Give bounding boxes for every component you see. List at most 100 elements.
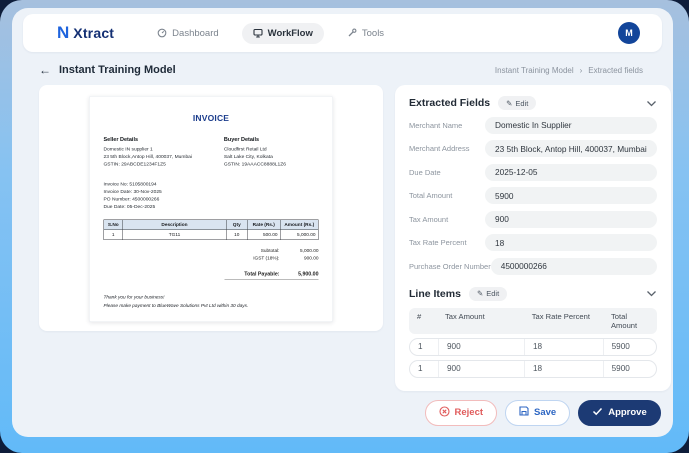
field-label: Total Amount	[409, 191, 453, 200]
line-item-cell[interactable]: 1	[410, 361, 438, 377]
seller-line: GSTIN: 29ABCDE1234F1Z5	[103, 161, 166, 168]
invoice-meta: Invoice No: 5105800194 Invoice Date: 30-…	[104, 180, 319, 210]
line-item-cell[interactable]: 900	[438, 338, 524, 355]
field-value-input[interactable]: 4500000266	[490, 257, 657, 275]
field-row-merchant-name: Merchant Name Domestic In Supplier	[409, 116, 657, 134]
field-value-input[interactable]: 23 5th Block, Antop Hill, 400037, Mumbai	[485, 140, 657, 157]
total-payable-label: Total Payable:	[244, 271, 280, 278]
invoice-cell: 5,000.00	[280, 229, 319, 241]
line-items-col-header: Tax Amount	[445, 311, 485, 321]
action-buttons: Reject Save Approve	[395, 399, 671, 426]
invoice-subtotal-row: Subtotal: 5,000.00	[225, 248, 319, 254]
invoice-cell: 10	[226, 229, 248, 241]
approve-button[interactable]: Approve	[578, 399, 661, 426]
extracted-fields-header: Extracted Fields ✎ Edit	[409, 96, 657, 110]
invoice-col-header: Description	[122, 219, 227, 231]
field-value-input[interactable]: 5900	[485, 187, 657, 204]
field-label: Due Date	[409, 167, 441, 177]
line-item-cell[interactable]: 900	[438, 360, 524, 377]
field-value-input[interactable]: 18	[485, 234, 657, 251]
page-title-group: ← Instant Training Model	[39, 63, 176, 77]
top-navbar: N Xtract Dashboard WorkFlow Tools M	[23, 14, 662, 52]
field-row-tax-rate-percent: Tax Rate Percent 18	[409, 234, 657, 251]
seller-details: Seller Details Domestic IN supplier 1 23…	[104, 137, 224, 169]
line-items-section: Line Items ✎ Edit # Tax Amount Tax Rate …	[409, 286, 657, 378]
user-avatar[interactable]: M	[618, 22, 640, 44]
breadcrumb-item[interactable]: Instant Training Model	[495, 66, 574, 75]
brand-logo[interactable]: N Xtract	[57, 23, 114, 43]
main-nav: Dashboard WorkFlow Tools	[146, 22, 395, 44]
invoice-meta-line: PO Number: 4500000266	[103, 196, 160, 202]
collapse-line-items-chevron-icon[interactable]	[646, 290, 657, 297]
invoice-line-table: S.No Description Qty Rate (Rs.) Amount (…	[103, 219, 319, 241]
tools-icon	[347, 28, 357, 38]
document-preview-panel: INVOICE Seller Details Domestic IN suppl…	[39, 85, 383, 331]
line-items-header: Line Items ✎ Edit	[409, 286, 657, 301]
invoice-meta-line: Invoice Date: 30-Nov-2025	[103, 188, 162, 195]
save-button[interactable]: Save	[505, 399, 571, 426]
brand-name: Xtract	[73, 25, 115, 41]
field-label: Merchant Name	[409, 120, 463, 130]
seller-line: Domestic IN supplier 1	[103, 146, 153, 153]
field-label: Merchant Address	[409, 144, 470, 153]
field-value-input[interactable]: 900	[485, 210, 657, 228]
subtotal-label: Subtotal:	[260, 248, 280, 254]
save-label: Save	[534, 407, 557, 418]
line-item-cell[interactable]: 5900	[602, 360, 656, 377]
field-value-input[interactable]: Domestic In Supplier	[485, 116, 657, 134]
line-item-cell[interactable]: 1	[410, 339, 438, 355]
nav-item-workflow[interactable]: WorkFlow	[241, 22, 324, 44]
invoice-parties: Seller Details Domestic IN supplier 1 23…	[104, 137, 319, 169]
invoice-cell: 500.00	[247, 229, 281, 241]
collapse-fields-chevron-icon[interactable]	[646, 100, 657, 107]
field-row-purchase-order-number: Purchase Order Number 4500000266	[409, 257, 657, 275]
invoice-page-wrap: INVOICE Seller Details Domestic IN suppl…	[89, 96, 333, 322]
igst-value: 900.00	[303, 255, 319, 262]
line-items-col-header: #	[417, 311, 422, 321]
reject-button[interactable]: Reject	[424, 399, 498, 426]
line-item-row: 1 900 18 5900	[409, 359, 657, 378]
invoice-col-header: Amount (Rs.)	[280, 219, 319, 231]
invoice-footer-line: Please make payment to BlueWave Solution…	[103, 303, 249, 309]
reject-circle-x-icon	[438, 405, 450, 420]
field-row-tax-amount: Tax Amount 900	[409, 210, 657, 228]
field-row-due-date: Due Date 2025-12-05	[409, 163, 657, 181]
page-title: Instant Training Model	[59, 64, 176, 76]
edit-line-items-button[interactable]: ✎ Edit	[468, 286, 508, 301]
line-items-header-row: # Tax Amount Tax Rate Percent Total Amou…	[409, 307, 657, 334]
invoice-total-payable-row: Total Payable: 5,900.00	[224, 271, 319, 281]
nav-item-dashboard[interactable]: Dashboard	[146, 23, 229, 44]
approve-label: Approve	[608, 407, 647, 418]
edit-pencil-icon: ✎	[476, 289, 484, 298]
approve-check-icon	[592, 407, 603, 419]
nav-item-tools[interactable]: Tools	[336, 23, 395, 44]
buyer-line: Salt Lake City, Kolkata	[223, 154, 273, 160]
invoice-footer-line: Thank you for your business!	[103, 294, 165, 301]
invoice-cell: 1	[103, 229, 123, 241]
field-row-total-amount: Total Amount 5900	[409, 187, 657, 204]
seller-heading: Seller Details	[103, 136, 139, 143]
line-items-table: # Tax Amount Tax Rate Percent Total Amou…	[409, 307, 657, 378]
breadcrumb-item: Extracted fields	[588, 65, 643, 75]
edit-fields-label: Edit	[515, 98, 529, 108]
field-value-input[interactable]: 2025-12-05	[485, 163, 657, 181]
field-label: Purchase Order Number	[409, 261, 491, 271]
breadcrumb-separator-icon: ›	[579, 65, 583, 75]
line-item-cell[interactable]: 18	[524, 360, 603, 377]
nav-item-label: WorkFlow	[267, 27, 313, 39]
invoice-meta-line: Due Date: 05-Dec-2025	[103, 204, 156, 210]
edit-fields-button[interactable]: ✎ Edit	[498, 96, 537, 110]
edit-pencil-icon: ✎	[506, 98, 513, 108]
line-item-cell[interactable]: 5900	[602, 338, 656, 355]
subtotal-value: 5,000.00	[300, 248, 319, 254]
back-arrow-icon[interactable]: ←	[39, 63, 51, 77]
invoice-table-row: 1 TG11 10 500.00 5,000.00	[103, 229, 319, 241]
line-items-col-header: Total Amount	[610, 311, 638, 330]
field-row-merchant-address: Merchant Address 23 5th Block, Antop Hil…	[409, 140, 657, 157]
invoice-col-header: Rate (Rs.)	[247, 219, 281, 231]
brand-logo-icon: N	[57, 23, 70, 42]
invoice-igst-row: IGST (18%): 900.00	[225, 255, 319, 262]
buyer-line: GSTIN: 19AAACC8888L1Z6	[223, 161, 286, 168]
line-items-col-header: Tax Rate Percent	[531, 311, 590, 321]
line-item-cell[interactable]: 18	[524, 338, 603, 355]
